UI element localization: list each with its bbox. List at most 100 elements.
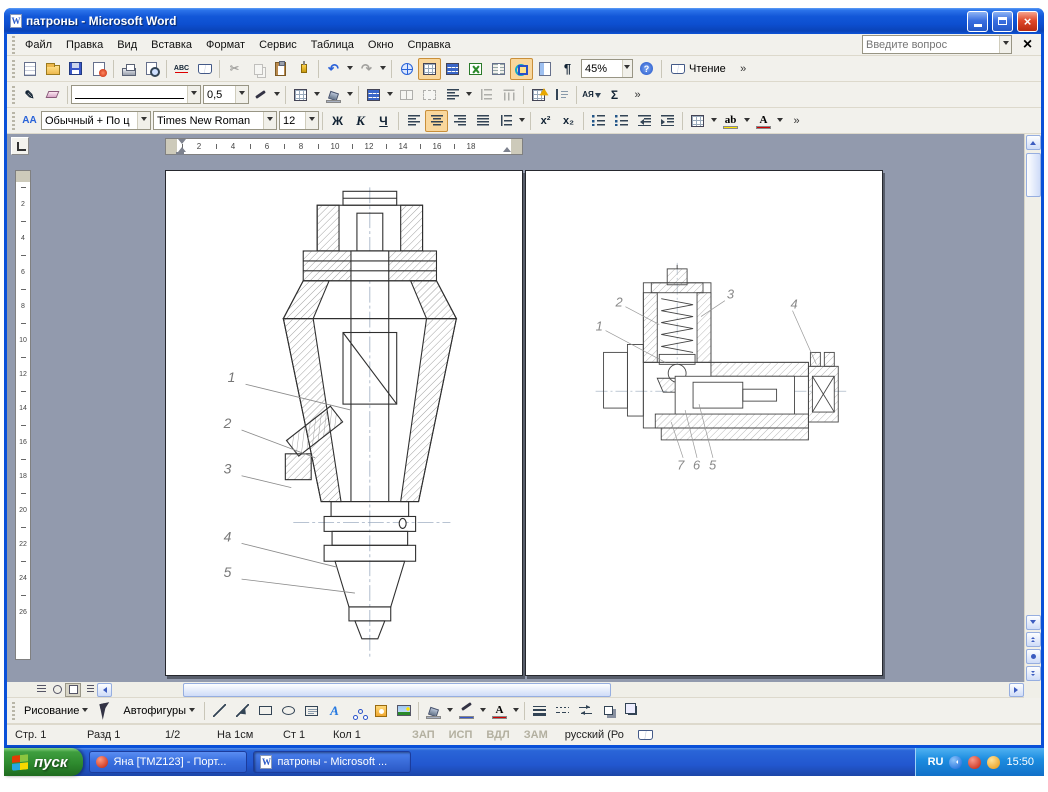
restore-button[interactable]	[992, 11, 1013, 32]
text-box-button[interactable]	[300, 700, 323, 722]
next-page-button[interactable]	[1026, 666, 1041, 681]
status-flag[interactable]: ИСП	[449, 729, 473, 741]
distribute-rows-button[interactable]	[474, 84, 497, 106]
outside-border-button[interactable]	[686, 110, 709, 132]
status-flag[interactable]: ЗАМ	[524, 729, 548, 741]
first-line-indent-marker[interactable]	[178, 139, 186, 144]
horizontal-scroll-track[interactable]	[113, 682, 1008, 698]
border-color-button[interactable]	[249, 84, 272, 106]
help-button[interactable]: ?	[635, 58, 658, 80]
insert-hyperlink-button[interactable]	[395, 58, 418, 80]
minimize-button[interactable]	[967, 11, 988, 32]
arrow-tool-button[interactable]	[231, 700, 254, 722]
style-dropdown[interactable]	[137, 112, 150, 129]
menubar-drag-handle[interactable]	[12, 36, 15, 54]
previous-page-button[interactable]	[1026, 632, 1041, 647]
status-language[interactable]: русский (Ро	[565, 729, 624, 741]
new-document-button[interactable]	[18, 58, 41, 80]
line-color-dropdown[interactable]	[478, 700, 488, 722]
save-button[interactable]	[64, 58, 87, 80]
clock[interactable]: 15:50	[1006, 756, 1034, 768]
line-spacing-dropdown[interactable]	[517, 110, 527, 132]
font-color-dropdown[interactable]	[775, 110, 785, 132]
document-map-button[interactable]	[533, 58, 556, 80]
line-weight-combo[interactable]: 0,5	[203, 85, 249, 104]
left-indent-marker[interactable]	[176, 152, 184, 155]
dash-style-button[interactable]	[551, 700, 574, 722]
select-browse-object-button[interactable]	[1026, 649, 1041, 664]
close-button[interactable]: ×	[1017, 11, 1038, 32]
subscript-button[interactable]: x₂	[557, 110, 580, 132]
bold-button[interactable]: Ж	[326, 110, 349, 132]
border-dropdown[interactable]	[709, 110, 719, 132]
tray-icon-red[interactable]	[968, 756, 981, 769]
chuck-drawing[interactable]: 1 2 3 4 5	[166, 171, 522, 675]
insert-table-menu-button[interactable]	[362, 84, 385, 106]
hide-icons-chevron[interactable]	[949, 756, 962, 769]
start-button[interactable]: пуск	[4, 748, 83, 776]
rectangle-tool-button[interactable]	[254, 700, 277, 722]
align-right-button[interactable]	[448, 110, 471, 132]
italic-button[interactable]: К	[349, 110, 372, 132]
language-indicator[interactable]: RU	[928, 756, 944, 768]
scroll-left-button[interactable]	[97, 683, 112, 697]
horizontal-ruler[interactable]: 24681012141618	[165, 138, 523, 155]
page-2[interactable]: 2 1 3 4 7 6 5	[525, 170, 883, 676]
open-button[interactable]	[41, 58, 64, 80]
vertical-scrollbar[interactable]	[1024, 134, 1041, 682]
print-preview-button[interactable]	[140, 58, 163, 80]
ask-question-box[interactable]	[862, 35, 1012, 54]
copy-button[interactable]	[246, 58, 269, 80]
threed-style-button[interactable]	[620, 700, 643, 722]
title-bar[interactable]: W патроны - Microsoft Word ×	[4, 8, 1044, 34]
shadow-style-button[interactable]	[597, 700, 620, 722]
borders-dropdown[interactable]	[312, 84, 322, 106]
scroll-right-button[interactable]	[1009, 683, 1024, 697]
insert-table-button[interactable]	[441, 58, 464, 80]
shading-color-button[interactable]	[322, 84, 345, 106]
standard-toolbar-handle[interactable]	[12, 60, 15, 78]
redo-button[interactable]: ↷	[355, 58, 378, 80]
table-autoformat-button[interactable]	[527, 84, 550, 106]
print-layout-view-button[interactable]	[65, 683, 81, 697]
paste-button[interactable]	[269, 58, 292, 80]
font-dropdown[interactable]	[263, 112, 276, 129]
font-combo[interactable]: Times New Roman	[153, 111, 277, 130]
align-center-button[interactable]	[425, 110, 448, 132]
permission-button[interactable]	[87, 58, 110, 80]
ask-question-dropdown[interactable]	[999, 36, 1011, 53]
web-layout-view-button[interactable]	[49, 683, 65, 697]
font-size-combo[interactable]: 12	[279, 111, 319, 130]
line-style-dropdown[interactable]	[187, 86, 200, 103]
fill-color-button[interactable]	[422, 700, 445, 722]
zoom-input[interactable]	[582, 63, 622, 75]
menu-item[interactable]: Таблица	[304, 37, 361, 53]
spelling-button[interactable]: ABC	[170, 58, 193, 80]
menu-item[interactable]: Правка	[59, 37, 110, 53]
line-style-button[interactable]	[528, 700, 551, 722]
undo-button[interactable]: ↶	[322, 58, 345, 80]
shading-dropdown[interactable]	[345, 84, 355, 106]
toolbar-options-button[interactable]: »	[732, 58, 755, 80]
highlight-button[interactable]: ab	[719, 110, 742, 132]
reading-mode-button[interactable]: Чтение	[665, 58, 732, 80]
autoshapes-button[interactable]: Автофигуры	[117, 700, 201, 722]
scroll-down-button[interactable]	[1026, 615, 1041, 630]
superscript-button[interactable]: x²	[534, 110, 557, 132]
line-style-combo[interactable]	[71, 85, 201, 104]
line-tool-button[interactable]	[208, 700, 231, 722]
taskbar-task-2[interactable]: W патроны - Microsoft ...	[253, 751, 411, 773]
text-direction-button[interactable]	[550, 84, 573, 106]
formatting-toolbar-handle[interactable]	[12, 112, 15, 130]
menu-item[interactable]: Файл	[18, 37, 59, 53]
spelling-status-icon[interactable]	[638, 730, 653, 740]
align-left-button[interactable]	[402, 110, 425, 132]
vertical-ruler[interactable]: 2468101214161820222426	[15, 170, 31, 660]
scroll-up-button[interactable]	[1026, 135, 1041, 150]
align-cells-dropdown[interactable]	[464, 84, 474, 106]
horizontal-scroll-thumb[interactable]	[183, 683, 611, 697]
fill-color-dropdown[interactable]	[445, 700, 455, 722]
justify-button[interactable]	[471, 110, 494, 132]
font-color-dropdown-2[interactable]	[511, 700, 521, 722]
font-size-dropdown[interactable]	[305, 112, 318, 129]
